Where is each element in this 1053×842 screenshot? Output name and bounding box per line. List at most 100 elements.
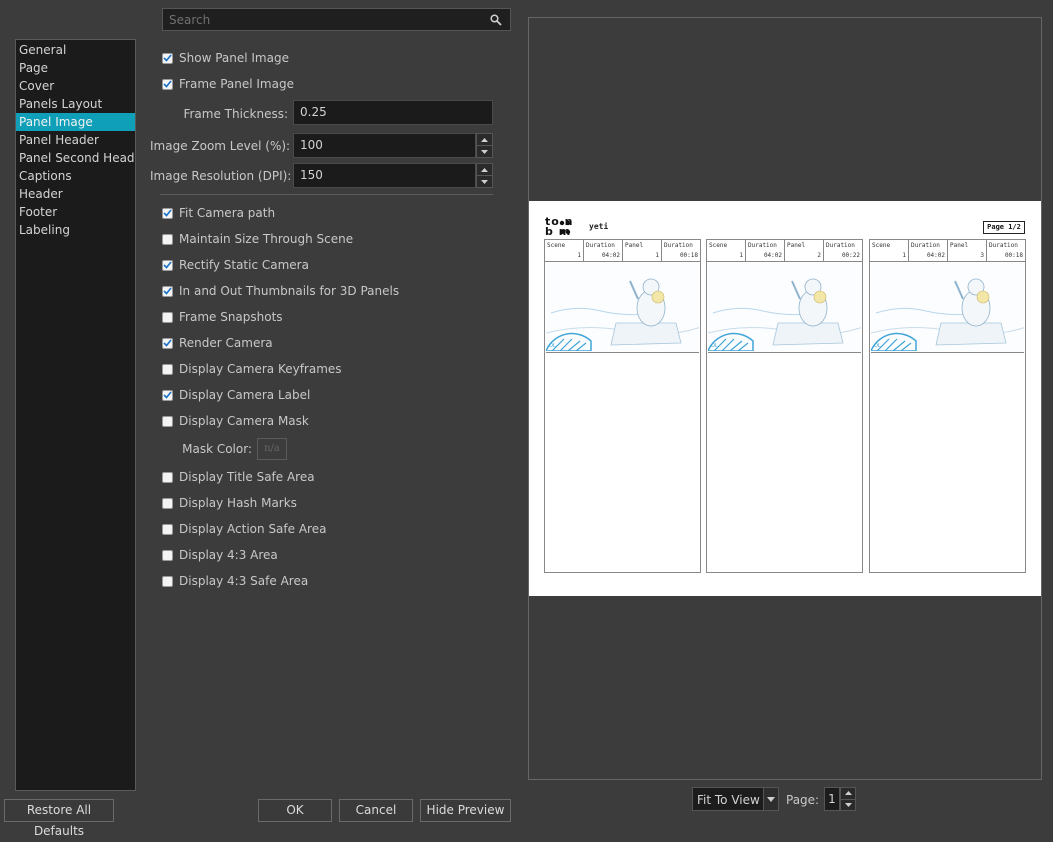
checkmark-icon (163, 80, 172, 88)
panel-header-value: 00:18 (1004, 252, 1023, 259)
chevron-down-icon[interactable] (841, 798, 855, 811)
checkbox[interactable] (162, 575, 173, 587)
checkbox[interactable] (162, 233, 173, 245)
category-item[interactable]: Captions (16, 167, 135, 185)
ok-button[interactable]: OK (258, 799, 332, 822)
checkbox[interactable] (162, 207, 173, 219)
checkbox-label: Display 4:3 Area (179, 548, 278, 562)
checkbox[interactable] (162, 337, 173, 349)
panel-header-label: Scene (709, 242, 728, 249)
checkbox[interactable] (162, 311, 173, 323)
image-resolution-label: Image Resolution (DPI): (150, 169, 292, 183)
panel-header-label: Duration (586, 242, 615, 249)
checkbox-label: Render Camera (179, 336, 273, 350)
panel-header-label: Panel (950, 242, 969, 249)
page-number-input[interactable]: 1 (824, 787, 840, 811)
image-resolution-stepper[interactable] (476, 163, 493, 188)
image-zoom-input[interactable]: 100 (293, 133, 476, 158)
checkmark-icon (163, 391, 172, 399)
page-label: Page: (786, 793, 820, 807)
checkbox[interactable] (162, 497, 173, 509)
display-hash-marks-row[interactable]: Display Hash Marks (162, 495, 297, 511)
restore-defaults-button[interactable]: Restore All Defaults (4, 799, 114, 838)
image-resolution-input[interactable]: 150 (293, 163, 476, 188)
chevron-down-icon[interactable] (477, 145, 492, 157)
search-icon[interactable] (490, 14, 502, 26)
image-zoom-label: Image Zoom Level (%): (150, 139, 291, 153)
panel-header-label: Duration (989, 242, 1018, 249)
panel-header-value: 04:02 (763, 252, 782, 259)
preview-page: to n b m yeti Page 1/2 Scene 1 Duration 04:… (529, 201, 1041, 596)
checkbox[interactable] (162, 52, 173, 64)
image-zoom-stepper[interactable] (476, 133, 493, 158)
checkmark-icon (163, 54, 172, 62)
panel-header-label: Duration (748, 242, 777, 249)
category-item[interactable]: Page (16, 59, 135, 77)
category-item[interactable]: Panels Layout (16, 95, 135, 113)
display-title-safe-row[interactable]: Display Title Safe Area (162, 469, 315, 485)
checkbox-label: Display Camera Mask (179, 414, 309, 428)
checkbox[interactable] (162, 259, 173, 271)
display-camera-mask-row[interactable]: Display Camera Mask (162, 413, 309, 429)
category-item[interactable]: Footer (16, 203, 135, 221)
checkbox[interactable] (162, 549, 173, 561)
chevron-up-icon[interactable] (477, 164, 492, 175)
search-field[interactable] (162, 8, 511, 31)
fit-mode-select[interactable]: Fit To View (692, 787, 779, 811)
category-item[interactable]: Panel Second Header (16, 149, 135, 167)
checkbox-label: Display Title Safe Area (179, 470, 315, 484)
checkmark-icon (163, 209, 172, 217)
checkbox-label: Frame Panel Image (179, 77, 294, 91)
fit-camera-path-row[interactable]: Fit Camera path (162, 205, 275, 221)
panel-header-label: Panel (787, 242, 806, 249)
category-item[interactable]: Labeling (16, 221, 135, 239)
display-camera-label-row[interactable]: Display Camera Label (162, 387, 310, 403)
checkbox[interactable] (162, 415, 173, 427)
checkbox[interactable] (162, 389, 173, 401)
section-divider (160, 194, 493, 195)
checkmark-icon (163, 287, 172, 295)
panel-header-label: Duration (664, 242, 693, 249)
display-43-area-row[interactable]: Display 4:3 Area (162, 547, 278, 563)
category-list: General Page Cover Panels Layout Panel Image… (15, 39, 136, 791)
checkbox[interactable] (162, 78, 173, 90)
checkbox[interactable] (162, 471, 173, 483)
panel-header-value: 1 (577, 252, 581, 259)
frame-thickness-input[interactable]: 0.25 (293, 100, 493, 125)
checkbox[interactable] (162, 363, 173, 375)
category-item[interactable]: Panel Header (16, 131, 135, 149)
mask-color-swatch[interactable]: n/a (257, 438, 287, 460)
category-item[interactable]: Header (16, 185, 135, 203)
frame-snapshots-row[interactable]: Frame Snapshots (162, 309, 283, 325)
chevron-up-icon[interactable] (477, 134, 492, 145)
cancel-button[interactable]: Cancel (339, 799, 413, 822)
display-camera-keyframes-row[interactable]: Display Camera Keyframes (162, 361, 342, 377)
display-43-safe-row[interactable]: Display 4:3 Safe Area (162, 573, 308, 589)
svg-text:OL: OL (549, 343, 556, 349)
preview-panel-column: Scene 1 Duration 04:02 Panel 2 Duration 00:22 OL (706, 239, 863, 573)
category-item[interactable]: Cover (16, 77, 135, 95)
checkmark-icon (163, 261, 172, 269)
panel-header-value: 00:22 (841, 252, 860, 259)
svg-text:OL: OL (711, 343, 718, 349)
in-out-thumbnails-row[interactable]: In and Out Thumbnails for 3D Panels (162, 283, 399, 299)
page-stepper[interactable] (840, 787, 856, 811)
checkbox-label: Frame Snapshots (179, 310, 283, 324)
maintain-size-row[interactable]: Maintain Size Through Scene (162, 231, 353, 247)
panel-image: OL (546, 263, 699, 353)
chevron-down-icon[interactable] (477, 175, 492, 187)
category-item[interactable]: Panel Image (16, 113, 135, 131)
render-camera-row[interactable]: Render Camera (162, 335, 273, 351)
rectify-static-camera-row[interactable]: Rectify Static Camera (162, 257, 309, 273)
svg-text:OL: OL (874, 343, 881, 349)
chevron-up-icon[interactable] (841, 788, 855, 799)
display-action-safe-row[interactable]: Display Action Safe Area (162, 521, 326, 537)
hide-preview-button[interactable]: Hide Preview (420, 799, 511, 822)
frame-panel-image-row[interactable]: Frame Panel Image (162, 76, 294, 92)
checkbox[interactable] (162, 523, 173, 535)
search-input[interactable] (163, 9, 510, 30)
checkbox[interactable] (162, 285, 173, 297)
category-item[interactable]: General (16, 41, 135, 59)
chevron-down-icon[interactable] (763, 788, 778, 810)
show-panel-image-row[interactable]: Show Panel Image (162, 50, 289, 66)
